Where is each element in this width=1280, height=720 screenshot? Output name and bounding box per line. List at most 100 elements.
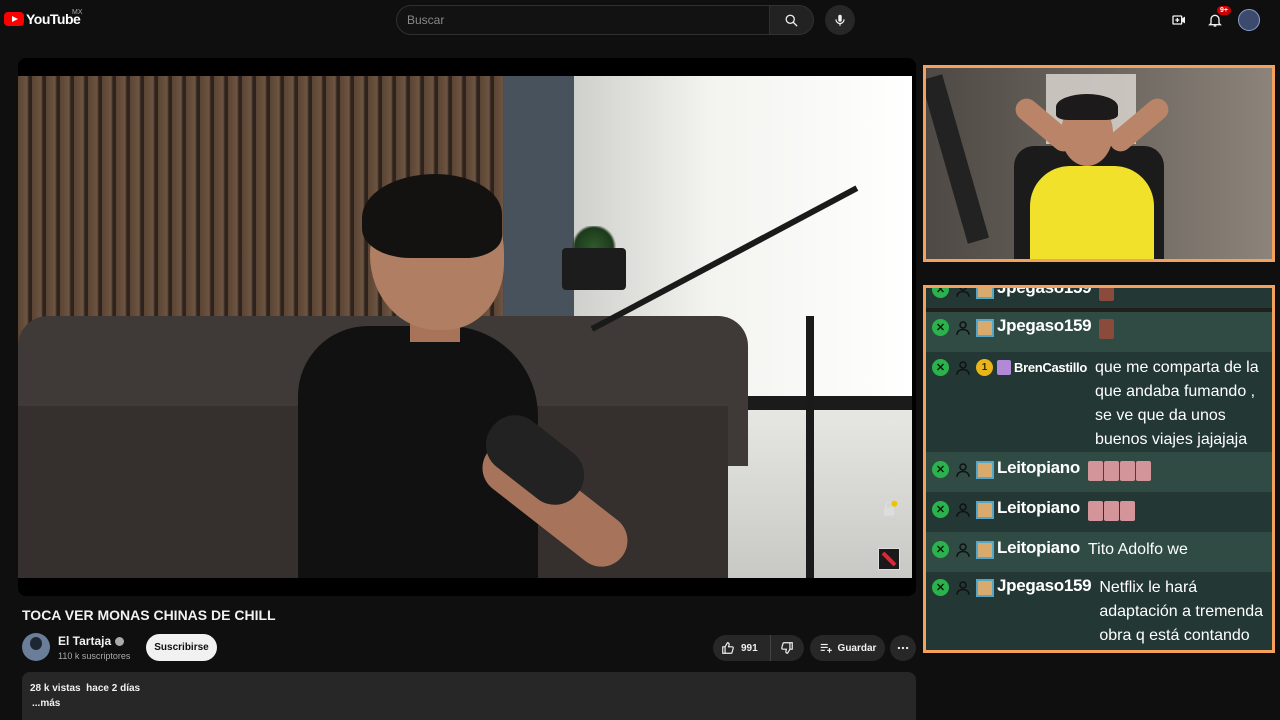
gift-icon (997, 360, 1011, 375)
xbox-badge-icon: ✕ (932, 541, 949, 558)
view-date-line: 28 k vistas hace 2 días (30, 683, 908, 694)
chat-message-text: Tito Adolfo we (1087, 541, 1188, 558)
xbox-badge-icon: ✕ (932, 359, 949, 376)
description-box[interactable]: 28 k vistas hace 2 días ...más (22, 672, 916, 720)
channel-name-row[interactable]: El Tartaja (58, 634, 125, 648)
region-label: MX (72, 9, 83, 16)
chat-message: ✕ Leitopiano (926, 452, 1272, 492)
chat-message-text (1099, 288, 1115, 309)
user-icon (956, 503, 970, 517)
chat-message-text (1099, 316, 1115, 347)
channel-watermark (878, 548, 900, 570)
xbox-badge-icon: ✕ (932, 461, 949, 478)
dislike-button[interactable] (771, 635, 803, 661)
chat-username: Jpegaso159 (997, 285, 1092, 297)
xbox-badge-icon: ✕ (932, 579, 949, 596)
streamer-hair (1056, 94, 1118, 120)
window-frame (728, 396, 912, 410)
chat-username: Jpegaso159 (997, 316, 1092, 335)
publish-date: hace 2 días (86, 683, 141, 694)
user-icon (956, 288, 970, 297)
chat-overlay: ✕ Jpegaso159 ✕ Jpegaso159 ✕ 1 BrenCastil… (923, 285, 1275, 653)
user-icon (956, 543, 970, 557)
user-icon (956, 321, 970, 335)
person-hair (362, 174, 502, 258)
emote-icon (1099, 288, 1115, 301)
thumbs-down-icon (781, 642, 793, 654)
lock-icon (883, 500, 898, 516)
chat-message-text (1087, 498, 1136, 529)
chat-username: BrenCastillo (1014, 360, 1087, 375)
save-label: Guardar (837, 642, 877, 654)
microphone-icon (835, 14, 845, 26)
avatar-emote-icon (976, 288, 994, 299)
thumbs-up-icon (722, 642, 734, 654)
user-icon (956, 463, 970, 477)
chat-username: Leitopiano (997, 458, 1080, 477)
youtube-play-icon (4, 12, 24, 26)
xbox-badge-icon: ✕ (932, 288, 949, 298)
verified-icon (115, 636, 125, 646)
emote-icon (1087, 461, 1103, 481)
search-icon (785, 14, 798, 27)
user-icon (956, 581, 970, 595)
video-frame[interactable] (18, 76, 912, 578)
playlist-add-icon (820, 643, 832, 653)
avatar-emote-icon (976, 541, 994, 559)
mic-stand (806, 316, 814, 578)
avatar-emote-icon (976, 319, 994, 337)
like-dislike-group: 991 (713, 635, 804, 661)
plant-pot (562, 248, 626, 290)
chat-username: Leitopiano (997, 498, 1080, 517)
top-bar: YouTube MX 9+ (0, 0, 1280, 40)
channel-avatar[interactable] (22, 633, 50, 661)
create-button[interactable] (1162, 3, 1196, 37)
subscriber-badge-icon: 1 (976, 359, 993, 376)
webcam-overlay (923, 65, 1275, 262)
emote-icon (1087, 501, 1103, 521)
emote-icon (1103, 461, 1119, 481)
chat-username: Leitopiano (997, 538, 1080, 557)
search-bar (396, 5, 814, 35)
channel-name[interactable]: El Tartaja (58, 634, 111, 648)
xbox-badge-icon: ✕ (932, 501, 949, 518)
user-icon (956, 361, 970, 375)
chat-message: ✕ Jpegaso159 (926, 285, 1272, 309)
xbox-badge-icon: ✕ (932, 319, 949, 336)
chat-message: ✕ Leitopiano (926, 492, 1272, 532)
account-avatar[interactable] (1238, 9, 1260, 31)
emote-icon (1119, 461, 1135, 481)
view-count: 28 k vistas (30, 683, 81, 694)
emote-icon (1119, 501, 1135, 521)
search-button[interactable] (770, 5, 814, 35)
more-horizontal-icon (897, 646, 909, 650)
subscribe-button[interactable]: Suscribirse (146, 634, 217, 661)
like-button[interactable]: 991 (713, 635, 771, 661)
video-title: TOCA VER MONAS CHINAS DE CHILL (22, 607, 276, 623)
avatar-emote-icon (976, 579, 994, 597)
subscriber-count: 110 k suscriptores (58, 651, 131, 661)
show-more-link[interactable]: ...más (32, 698, 908, 709)
avatar-emote-icon (976, 501, 994, 519)
notifications-button[interactable]: 9+ (1198, 3, 1232, 37)
chat-message: ✕ Jpegaso159 (926, 312, 1272, 352)
chat-message: ✕ Leitopiano Tito Adolfo we (926, 532, 1272, 572)
notification-badge: 9+ (1217, 6, 1231, 15)
more-actions-button[interactable] (890, 635, 916, 661)
video-player[interactable] (18, 58, 916, 596)
voice-search-button[interactable] (825, 5, 855, 35)
chat-username: Jpegaso159 (997, 576, 1092, 595)
search-input[interactable] (396, 5, 770, 35)
like-count: 991 (741, 642, 758, 654)
chat-message-text: Netflix le hará adaptación a tremenda ob… (1099, 579, 1264, 644)
chat-message-text: que me comparta de la que andaba fumando… (1094, 359, 1259, 448)
watermark-icon (881, 551, 897, 567)
emote-icon (1135, 461, 1151, 481)
top-right-actions: 9+ (1162, 0, 1280, 40)
chat-message: ✕ Jpegaso159 Netflix le hará adaptación … (926, 572, 1272, 650)
streamer-torso (1030, 166, 1154, 259)
save-button[interactable]: Guardar (810, 635, 885, 661)
emote-icon (1103, 501, 1119, 521)
youtube-logo[interactable]: YouTube MX (4, 9, 83, 27)
avatar-emote-icon (976, 461, 994, 479)
